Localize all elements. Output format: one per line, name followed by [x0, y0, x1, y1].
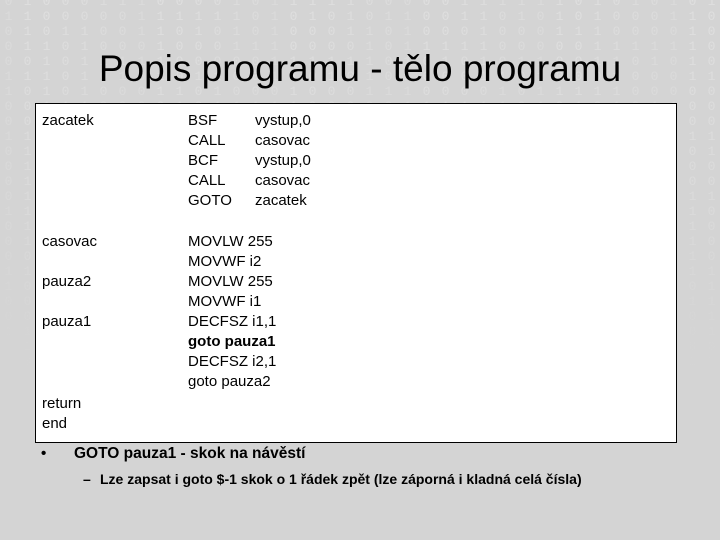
- code-instruction: DECFSZ i2,1: [188, 353, 277, 370]
- bullet-item-level1: • GOTO pauza1 - skok na návěstí: [0, 443, 720, 465]
- bullet-dot-icon: •: [41, 445, 47, 462]
- code-instruction: MOVWF i1: [188, 293, 262, 310]
- code-label: zacatek: [42, 112, 94, 129]
- code-mnemonic: BSF: [188, 112, 218, 129]
- code-mnemonic: BCF: [188, 152, 218, 169]
- code-label: pauza2: [42, 273, 92, 290]
- code-mnemonic: CALL: [188, 172, 226, 189]
- code-instruction: goto pauza2: [188, 373, 271, 390]
- code-operand: vystup,0: [255, 152, 311, 169]
- code-operand: zacatek: [255, 192, 307, 209]
- code-label: return: [42, 395, 82, 412]
- code-label: end: [42, 415, 68, 432]
- code-operand: casovac: [255, 132, 311, 149]
- code-mnemonic: CALL: [188, 132, 226, 149]
- bullet-item-level2: – Lze zapsat i goto $-1 skok o 1 řádek zp…: [0, 470, 720, 489]
- code-instruction: MOVLW 255: [188, 273, 273, 290]
- bullet-text: Lze zapsat i goto $-1 skok o 1 řádek zpě…: [100, 471, 582, 487]
- code-instruction: goto pauza1: [188, 333, 276, 350]
- bullet-text: GOTO pauza1 - skok na návěstí: [74, 445, 306, 462]
- code-instruction: MOVLW 255: [188, 233, 273, 250]
- code-listing-panel: zacatek BSF vystup,0 CALL casovac BCF vystup,0…: [35, 103, 677, 443]
- code-operand: casovac: [255, 172, 311, 189]
- code-instruction: DECFSZ i1,1: [188, 313, 277, 330]
- slide: 0100011001000010001100100001111100010001…: [0, 0, 720, 540]
- code-label: pauza1: [42, 313, 92, 330]
- bullet-list: • GOTO pauza1 - skok na návěstí – Lze zapsa…: [0, 443, 720, 489]
- code-instruction: MOVWF i2: [188, 253, 262, 270]
- bullet-dash-icon: –: [83, 471, 91, 487]
- page-title: Popis programu - tělo programu: [98, 48, 622, 89]
- code-operand: vystup,0: [255, 112, 311, 129]
- code-label: casovac: [42, 233, 98, 250]
- code-mnemonic: GOTO: [188, 192, 232, 209]
